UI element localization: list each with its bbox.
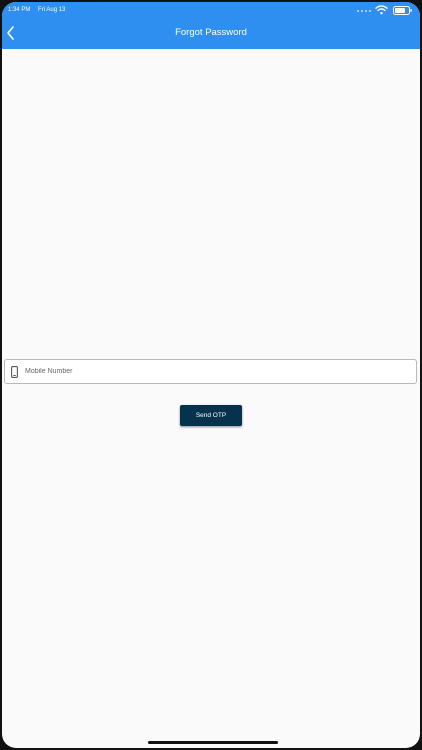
cellular-signal-icon	[357, 10, 371, 13]
app-header: 1:34 PM Fri Aug 13 Forgot Password	[2, 2, 420, 49]
home-indicator	[148, 741, 278, 744]
page-title: Forgot Password	[175, 27, 247, 38]
device-frame: 1:34 PM Fri Aug 13 Forgot Password Mobil…	[0, 0, 422, 750]
mobile-number-field[interactable]	[4, 359, 417, 384]
status-time-text: 1:34 PM	[8, 7, 31, 13]
wifi-icon	[375, 5, 388, 15]
app-screen: 1:34 PM Fri Aug 13 Forgot Password Mobil…	[2, 2, 420, 748]
status-bar: 1:34 PM Fri Aug 13	[2, 2, 420, 20]
phone-icon	[11, 366, 18, 378]
status-time: 1:34 PM Fri Aug 13	[8, 7, 65, 13]
mobile-number-input[interactable]	[25, 362, 405, 381]
status-date: Fri Aug 13	[38, 7, 66, 13]
send-otp-button[interactable]: Send OTP	[180, 405, 242, 426]
battery-icon	[393, 6, 412, 15]
